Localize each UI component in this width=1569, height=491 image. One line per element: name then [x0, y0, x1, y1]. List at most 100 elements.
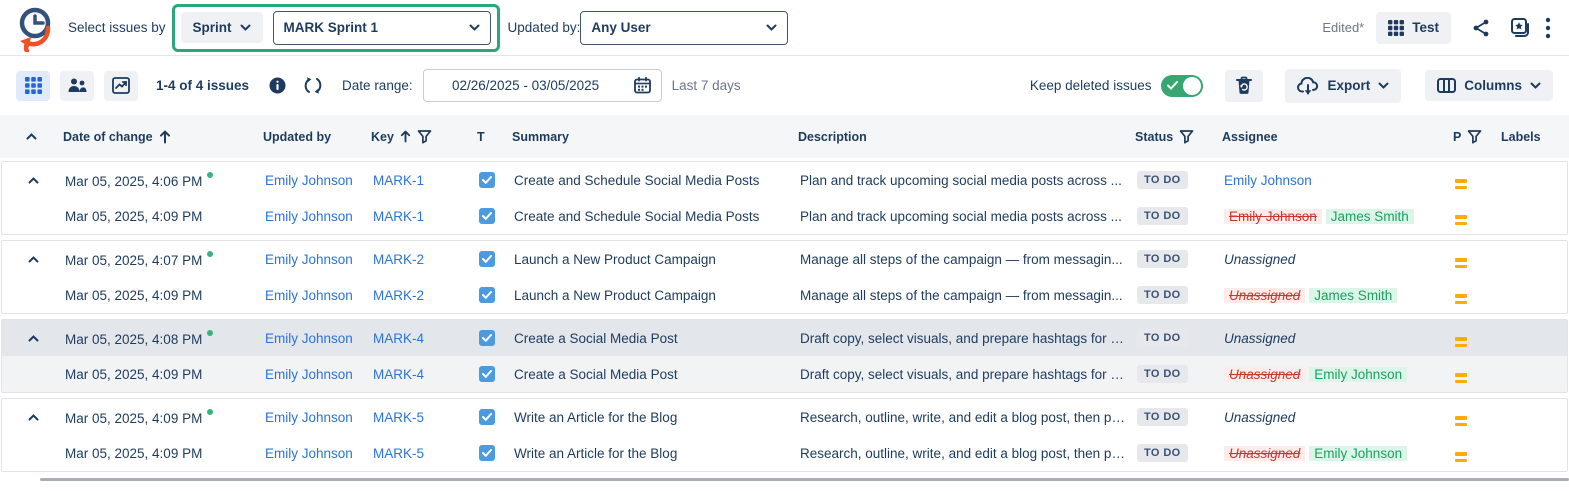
summary-text: Create a Social Media Post — [514, 331, 800, 346]
issue-key-link[interactable]: MARK-5 — [373, 410, 424, 425]
chevron-down-icon — [1530, 82, 1541, 89]
col-status[interactable]: Status — [1135, 130, 1173, 144]
updated-by-link[interactable]: Emily Johnson — [265, 173, 353, 188]
summary-text: Write an Article for the Blog — [514, 410, 800, 425]
collapse-chevron-icon[interactable] — [28, 414, 39, 421]
assignee-new-value: James Smith — [1326, 209, 1414, 224]
collapse-chevron-icon[interactable] — [28, 335, 39, 342]
table-row[interactable]: Mar 05, 2025, 4:09 PM Emily Johnson MARK… — [2, 435, 1567, 471]
col-assignee[interactable]: Assignee — [1222, 130, 1278, 144]
table-row[interactable]: Mar 05, 2025, 4:09 PM Emily Johnson MARK… — [2, 277, 1567, 313]
change-group: Mar 05, 2025, 4:09 PM Emily Johnson MARK… — [1, 398, 1568, 472]
date-range-input[interactable] — [428, 78, 624, 93]
date-of-change: Mar 05, 2025, 4:08 PM — [65, 332, 202, 347]
horizontal-scrollbar[interactable] — [40, 478, 1569, 481]
updated-by-link[interactable]: Emily Johnson — [265, 331, 353, 346]
issue-key-link[interactable]: MARK-5 — [373, 446, 424, 461]
columns-button[interactable]: Columns — [1425, 70, 1553, 101]
collapse-chevron-icon[interactable] — [28, 256, 39, 263]
grid-view-button[interactable] — [16, 71, 50, 101]
updated-by-link[interactable]: Emily Johnson — [265, 209, 353, 224]
assignee-unassigned: Unassigned — [1224, 410, 1295, 425]
col-labels[interactable]: Labels — [1501, 130, 1541, 144]
collapse-chevron-icon[interactable] — [28, 177, 39, 184]
assignee-new-value: Emily Johnson — [1309, 446, 1407, 461]
report-toolbar: 1-4 of 4 issues Date range: Last 7 days … — [0, 56, 1569, 115]
date-of-change: Mar 05, 2025, 4:09 PM — [65, 367, 202, 382]
issue-key-link[interactable]: MARK-4 — [373, 367, 424, 382]
assignee-old-value: Emily Johnson — [1224, 209, 1322, 224]
kebab-menu-button[interactable] — [1541, 13, 1555, 43]
status-badge: TO DO — [1137, 286, 1188, 304]
calendar-icon[interactable] — [634, 77, 651, 94]
status-badge: TO DO — [1137, 250, 1188, 268]
sort-up-icon[interactable] — [400, 130, 411, 143]
table-row[interactable]: Mar 05, 2025, 4:09 PM Emily Johnson MARK… — [2, 356, 1567, 392]
updated-by-link[interactable]: Emily Johnson — [265, 367, 353, 382]
updated-by-link[interactable]: Emily Johnson — [265, 446, 353, 461]
assignee-link[interactable]: Emily Johnson — [1224, 173, 1312, 188]
updated-by-select[interactable]: Any User — [580, 11, 788, 45]
table-row[interactable]: Mar 05, 2025, 4:08 PM Emily Johnson MARK… — [2, 320, 1567, 356]
share-button[interactable] — [1467, 14, 1495, 42]
chart-view-button[interactable] — [104, 71, 138, 101]
updated-by-link[interactable]: Emily Johnson — [265, 288, 353, 303]
issue-key-link[interactable]: MARK-2 — [373, 252, 424, 267]
people-view-button[interactable] — [60, 71, 94, 101]
table-row[interactable]: Mar 05, 2025, 4:09 PM Emily Johnson MARK… — [2, 399, 1567, 435]
description-text: Research, outline, write, and edit a blo… — [800, 410, 1137, 425]
assignee-cell: Emily Johnson — [1224, 173, 1455, 188]
restore-trash-button[interactable] — [1225, 70, 1263, 102]
issue-source-type-dropdown[interactable]: Sprint — [181, 12, 263, 43]
task-type-icon — [479, 208, 495, 224]
summary-text: Write an Article for the Blog — [514, 446, 800, 461]
date-of-change: Mar 05, 2025, 4:06 PM — [65, 174, 202, 189]
sprint-select[interactable]: MARK Sprint 1 — [273, 11, 491, 45]
report-name-button[interactable]: Test — [1376, 12, 1451, 44]
saved-reports-icon — [1509, 17, 1531, 39]
col-key[interactable]: Key — [371, 130, 394, 144]
col-type[interactable]: T — [477, 130, 485, 144]
col-summary[interactable]: Summary — [512, 130, 569, 144]
info-button[interactable] — [265, 73, 290, 98]
table-row[interactable]: Mar 05, 2025, 4:09 PM Emily Johnson MARK… — [2, 198, 1567, 234]
updated-by-label: Updated by: — [508, 20, 581, 35]
issue-key-link[interactable]: MARK-4 — [373, 331, 424, 346]
description-text: Research, outline, write, and edit a blo… — [800, 446, 1137, 461]
task-type-icon — [479, 366, 495, 382]
change-group: Mar 05, 2025, 4:08 PM Emily Johnson MARK… — [1, 319, 1568, 393]
filter-icon[interactable] — [417, 129, 432, 144]
issue-key-link[interactable]: MARK-2 — [373, 288, 424, 303]
export-button[interactable]: Export — [1285, 69, 1401, 103]
filter-icon[interactable] — [1179, 129, 1194, 144]
col-priority[interactable]: P — [1453, 130, 1461, 144]
chart-view-icon — [112, 77, 130, 94]
collapse-all-chevron-icon[interactable] — [26, 133, 37, 140]
saved-reports-button[interactable] — [1505, 13, 1535, 43]
filter-icon[interactable] — [1467, 129, 1482, 144]
issue-key-link[interactable]: MARK-1 — [373, 209, 424, 224]
grid-view-icon — [25, 77, 42, 94]
updated-by-link[interactable]: Emily Johnson — [265, 252, 353, 267]
chevron-down-icon — [469, 24, 480, 31]
history-table: Date of change Updated by Key T Summary … — [0, 115, 1569, 472]
updated-by-link[interactable]: Emily Johnson — [265, 410, 353, 425]
description-text: Draft copy, select visuals, and prepare … — [800, 367, 1137, 382]
priority-medium-icon — [1455, 294, 1467, 304]
keep-deleted-label: Keep deleted issues — [1030, 78, 1152, 93]
col-updated-by[interactable]: Updated by — [263, 130, 331, 144]
date-range-field[interactable] — [423, 69, 662, 102]
sort-up-icon[interactable] — [159, 130, 171, 144]
table-row[interactable]: Mar 05, 2025, 4:06 PM Emily Johnson MARK… — [2, 162, 1567, 198]
chevron-down-icon — [240, 24, 251, 31]
table-row[interactable]: Mar 05, 2025, 4:07 PM Emily Johnson MARK… — [2, 241, 1567, 277]
refresh-button[interactable] — [300, 72, 326, 99]
assignee-old-value: Unassigned — [1224, 288, 1305, 303]
assignee-cell: Unassigned — [1224, 252, 1455, 267]
col-date-of-change[interactable]: Date of change — [63, 130, 153, 144]
description-text: Manage all steps of the campaign — from … — [800, 252, 1137, 267]
issue-key-link[interactable]: MARK-1 — [373, 173, 424, 188]
keep-deleted-toggle[interactable] — [1161, 75, 1203, 97]
col-description[interactable]: Description — [798, 130, 867, 144]
change-group: Mar 05, 2025, 4:06 PM Emily Johnson MARK… — [1, 161, 1568, 235]
